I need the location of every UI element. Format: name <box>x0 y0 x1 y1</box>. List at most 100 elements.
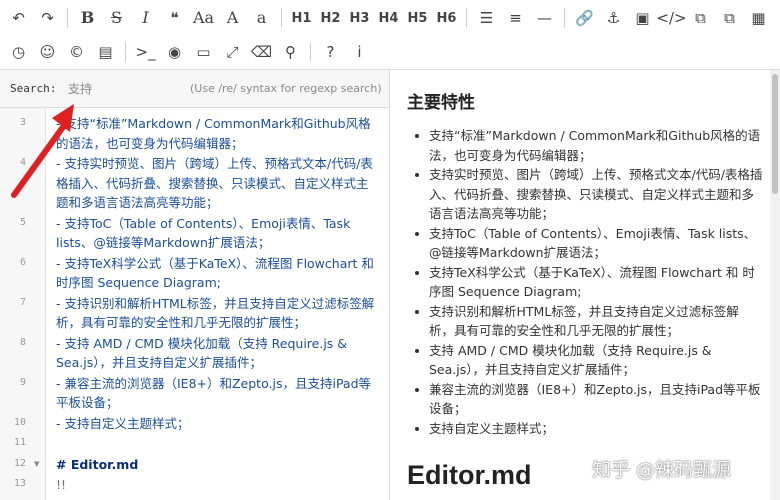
preview-list-item: 支持ToC（Table of Contents）、Emoji表情、Task li… <box>415 224 763 263</box>
search-icon[interactable]: ⚲ <box>276 37 305 67</box>
strikethrough-icon-glyph: S <box>111 8 122 27</box>
help-icon[interactable]: ? <box>316 37 345 67</box>
toolbar-separator <box>281 8 282 28</box>
h2-button-glyph: H2 <box>320 10 341 26</box>
search-bar: Search: (Use /re/ syntax for regexp sear… <box>0 70 390 108</box>
emoji-icon[interactable]: ☺ <box>33 37 62 67</box>
table-icon-glyph: ▦ <box>751 8 766 27</box>
preview-list-item: 支持“标准”Markdown / CommonMark和Github风格的语法，… <box>415 126 763 165</box>
clear-icon-glyph: ⌫ <box>250 42 273 61</box>
h1-button-glyph: H1 <box>291 10 312 26</box>
h3-button[interactable]: H3 <box>345 3 374 33</box>
h1-button[interactable]: H1 <box>287 3 316 33</box>
code-line-text: - 支持“标准”Markdown / CommonMark和Github风格的语… <box>56 116 371 151</box>
link-icon[interactable]: 🔗 <box>570 3 599 33</box>
toolbar-row-1: ↶ ↷ B S I ❝ Aa Aa H1 H2 H3 H4 H5 H6 ☰ ≡ — 🔗 ⚓ ▣ </> ⧉ ⧉ ▦ <box>0 1 773 35</box>
line-number: 10 <box>13 416 26 428</box>
italic-icon[interactable]: I <box>131 3 160 33</box>
bold-icon-glyph: B <box>80 8 95 27</box>
h5-button[interactable]: H5 <box>403 3 432 33</box>
uppercase-a-icon[interactable]: A <box>218 3 247 33</box>
h5-button-glyph: H5 <box>407 10 428 26</box>
info-icon[interactable]: i <box>345 37 374 67</box>
code-line-text: - 支持 AMD / CMD 模块化加载（支持 Require.js & Sea… <box>56 335 348 371</box>
horizontal-rule-icon[interactable]: — <box>530 3 559 33</box>
line-number: 12 <box>13 457 26 469</box>
line-number: 3 <box>19 117 26 128</box>
bold-icon[interactable]: B <box>73 3 102 33</box>
markdown-editor[interactable]: 3 - 支持“标准”Markdown / CommonMark和Github风格的… <box>0 108 390 500</box>
code-line-text: - 支持TeX科学公式（基于KaTeX）、流程图 Flowchart 和 时序图… <box>56 255 374 291</box>
toolbar-separator <box>466 8 467 28</box>
uppercase-icon-glyph: Aa <box>192 8 215 27</box>
datetime-icon[interactable]: ◷ <box>4 37 33 67</box>
fold-toggle-icon[interactable]: ▼ <box>34 460 39 468</box>
preview-list-item: 兼容主流的浏览器（IE8+）和Zepto.js，且支持iPad等平板设备； <box>415 380 763 419</box>
h6-button-glyph: H6 <box>436 10 457 26</box>
preformatted-icon[interactable]: ⧉ <box>715 3 744 33</box>
emoji-icon-glyph: ☺ <box>39 42 56 61</box>
unordered-list-icon[interactable]: ☰ <box>472 3 501 33</box>
search-input[interactable] <box>62 77 170 99</box>
code-block-icon-glyph: ⧉ <box>695 8 706 27</box>
markdown-preview: 主要特性 支持“标准”Markdown / CommonMark和Github风… <box>391 70 770 500</box>
image-icon[interactable]: ▣ <box>628 3 657 33</box>
preformatted-icon-glyph: ⧉ <box>724 8 735 27</box>
strikethrough-icon[interactable]: S <box>102 3 131 33</box>
preview-list-item: 支持 AMD / CMD 模块化加载（支持 Require.js & Sea.j… <box>415 341 763 380</box>
preview-scrollbar[interactable] <box>770 70 780 500</box>
preview-list-item: 支持自定义主题样式； <box>415 419 763 439</box>
fullscreen-icon[interactable]: ⤢ <box>218 37 247 67</box>
lowercase-a-icon-glyph: a <box>256 8 267 27</box>
line-number: 11 <box>13 437 26 448</box>
h4-button[interactable]: H4 <box>374 3 403 33</box>
watch-icon-glyph: ◉ <box>167 42 182 61</box>
preview-icon-glyph: ▭ <box>196 42 211 61</box>
ordered-list-icon-glyph: ≡ <box>509 8 522 27</box>
italic-icon-glyph: I <box>142 8 149 27</box>
preview-feature-list: 支持“标准”Markdown / CommonMark和Github风格的语法，… <box>415 126 763 438</box>
anchor-icon[interactable]: ⚓ <box>599 3 628 33</box>
html-entities-icon-glyph: © <box>69 42 84 61</box>
preview-list-item: 支持实时预览、图片（跨域）上传、预格式文本/代码/表格插入、代码折叠、搜索替换、… <box>415 165 763 224</box>
watch-icon[interactable]: ◉ <box>160 37 189 67</box>
html-entities-icon[interactable]: © <box>62 37 91 67</box>
code-line-text: # Editor.md <box>56 456 139 472</box>
datetime-icon-glyph: ◷ <box>11 42 26 61</box>
preview-list-item: 支持TeX科学公式（基于KaTeX）、流程图 Flowchart 和 时序图 S… <box>415 263 763 302</box>
pagebreak-icon[interactable]: ▤ <box>91 37 120 67</box>
code-icon-glyph: </> <box>656 8 687 27</box>
editor-toolbar: ↶ ↷ B S I ❝ Aa Aa H1 H2 H3 H4 H5 H6 ☰ ≡ — 🔗 ⚓ ▣ </> ⧉ ⧉ ▦ ◷ ☺ © ▤ >… <box>0 0 780 70</box>
undo-icon-glyph: ↶ <box>12 8 25 27</box>
code-block-icon[interactable]: ⧉ <box>686 3 715 33</box>
preview-icon[interactable]: ▭ <box>189 37 218 67</box>
uppercase-icon[interactable]: Aa <box>189 3 218 33</box>
code-line-text: !! <box>56 477 67 492</box>
redo-icon[interactable]: ↷ <box>33 3 62 33</box>
search-hint: (Use /re/ syntax for regexp search) <box>190 82 382 95</box>
code-icon[interactable]: </> <box>656 3 687 33</box>
code-line-text: - 支持自定义主题样式； <box>56 415 190 431</box>
anchor-icon-glyph: ⚓ <box>606 8 621 27</box>
redo-icon-glyph: ↷ <box>41 8 54 27</box>
line-number: 7 <box>19 296 26 308</box>
line-number: 5 <box>19 216 26 228</box>
terminal-icon[interactable]: >_ <box>131 37 160 67</box>
clear-icon[interactable]: ⌫ <box>247 37 276 67</box>
toolbar-separator <box>67 8 68 28</box>
h2-button[interactable]: H2 <box>316 3 345 33</box>
quote-icon-glyph: ❝ <box>170 8 179 27</box>
quote-icon[interactable]: ❝ <box>160 3 189 33</box>
toolbar-separator <box>564 8 565 28</box>
h6-button[interactable]: H6 <box>432 3 461 33</box>
ordered-list-icon[interactable]: ≡ <box>501 3 530 33</box>
search-icon-glyph: ⚲ <box>285 42 296 61</box>
scrollbar-thumb[interactable] <box>772 74 778 194</box>
h3-button-glyph: H3 <box>349 10 370 26</box>
toolbar-separator <box>310 42 311 62</box>
lowercase-a-icon[interactable]: a <box>247 3 276 33</box>
preview-heading-editor-md: Editor.md <box>407 460 532 490</box>
table-icon[interactable]: ▦ <box>744 3 773 33</box>
undo-icon[interactable]: ↶ <box>4 3 33 33</box>
pagebreak-icon-glyph: ▤ <box>98 42 113 61</box>
